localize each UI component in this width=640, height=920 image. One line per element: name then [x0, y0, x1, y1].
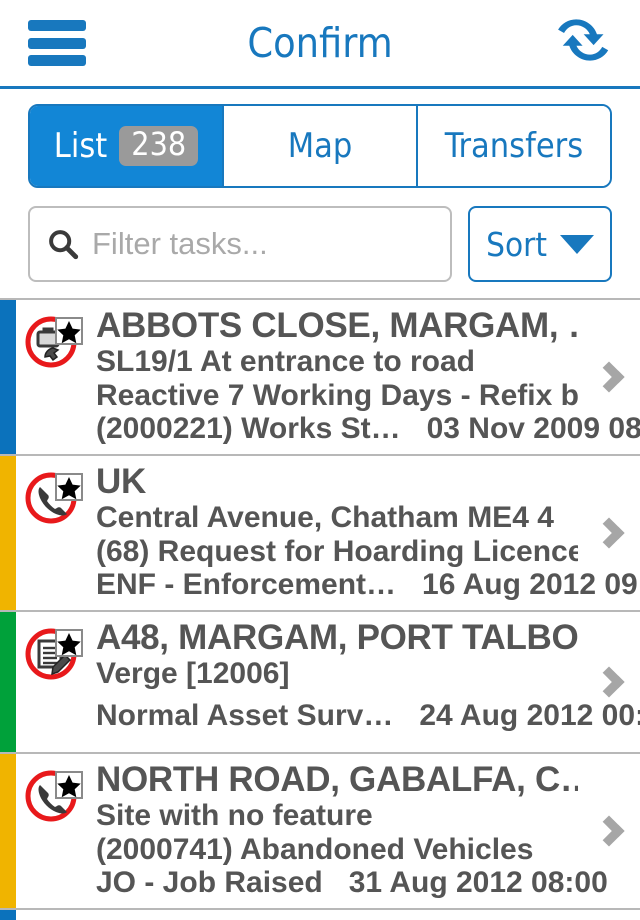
- task-status-color-bar: [0, 753, 16, 908]
- task-item-status: JO - Job Raised: [96, 866, 323, 900]
- task-item-status: Normal Asset Surv…: [96, 698, 394, 732]
- task-status-color-bar: [0, 300, 16, 454]
- task-list-item[interactable]: UK Central Avenue, Chatham ME4 4 (68) Requ…: [0, 453, 640, 610]
- chevron-right-glyph: [593, 815, 625, 847]
- tab-bar: List 238 Map Transfers: [28, 104, 612, 188]
- task-list-item[interactable]: UKUK: [0, 907, 640, 920]
- tab-map[interactable]: Map: [222, 106, 416, 186]
- task-item-status: ENF - Enforcement…: [96, 568, 397, 602]
- task-item-description: Reactive 7 Working Days - Refix bollard: [96, 378, 578, 412]
- task-item-description: (2000741) Abandoned Vehicles: [96, 832, 534, 866]
- task-item-title: ABBOTS CLOSE, MARGAM, …: [96, 306, 578, 345]
- task-list: ABBOTS CLOSE, MARGAM, … SL19/1 At entranc…: [0, 298, 640, 920]
- task-item-title: NORTH ROAD, GABALFA, C…: [96, 759, 578, 799]
- enquiry-phone-restricted-starred-icon: [16, 456, 94, 610]
- task-item-body: A48, MARGAM, PORT TALBOT Verge [12006] Nor…: [94, 612, 640, 752]
- hamburger-bar: [28, 37, 86, 49]
- hamburger-bar: [28, 55, 86, 66]
- task-status-color-bar: [0, 611, 16, 752]
- task-item-title: UK: [96, 461, 146, 501]
- tab-transfers-label: Transfers: [444, 126, 584, 166]
- task-item-title: A48, MARGAM, PORT TALBOT: [96, 617, 578, 657]
- chevron-right-icon[interactable]: [578, 910, 640, 920]
- task-item-footer: JO - Job Raised 31 Aug 2012 08:00: [96, 866, 608, 900]
- sort-button[interactable]: Sort: [468, 206, 612, 282]
- sort-button-label: Sort: [486, 224, 547, 264]
- task-item-location: Site with no feature: [96, 799, 373, 833]
- task-item-title: UK: [96, 916, 578, 920]
- task-status-color-bar: [0, 909, 16, 920]
- task-list-item[interactable]: NORTH ROAD, GABALFA, C… Site with no feat…: [0, 751, 640, 908]
- task-item-location: SL19/1 At entrance to road: [96, 345, 475, 379]
- task-item-footer: (2000221) Works St…03 Nov 2009 08:00: [96, 412, 640, 446]
- works-order-restricted-starred-icon: [16, 910, 94, 920]
- chevron-right-glyph: [593, 517, 625, 549]
- task-status-color-bar: [0, 455, 16, 610]
- task-item-footer: Normal Asset Surv…24 Aug 2012 00:00: [96, 698, 640, 733]
- chevron-down-icon: [560, 234, 594, 254]
- task-item-body: ABBOTS CLOSE, MARGAM, … SL19/1 At entranc…: [94, 300, 640, 454]
- chevron-right-glyph: [593, 666, 625, 698]
- page-title: Confirm: [247, 19, 393, 67]
- task-item-description: (68) Request for Hoarding Licence: [96, 534, 578, 568]
- task-list-item[interactable]: A48, MARGAM, PORT TALBOT Verge [12006] Nor…: [0, 609, 640, 752]
- inspection-document-restricted-starred-icon: [16, 612, 94, 752]
- chevron-right-icon[interactable]: [578, 300, 640, 454]
- chevron-right-glyph: [593, 361, 625, 393]
- task-list-item[interactable]: ABBOTS CLOSE, MARGAM, … SL19/1 At entranc…: [0, 298, 640, 454]
- enquiry-phone-restricted-starred-icon: [16, 754, 94, 908]
- task-item-date: 31 Aug 2012 08:00: [348, 866, 608, 900]
- task-item-body: UKUK: [94, 910, 578, 920]
- app-root: Confirm List 238 Map Transfers Filter ta…: [0, 0, 640, 920]
- hamburger-bar: [28, 20, 86, 31]
- chevron-right-icon[interactable]: [578, 612, 640, 752]
- refresh-sync-icon[interactable]: [556, 14, 614, 72]
- tab-list[interactable]: List 238: [30, 106, 222, 186]
- search-placeholder: Filter tasks...: [92, 226, 268, 261]
- search-icon: [49, 230, 79, 260]
- chevron-right-icon[interactable]: [578, 754, 640, 908]
- tab-list-label: List: [53, 126, 108, 166]
- works-order-restricted-starred-icon: [16, 300, 94, 454]
- tab-bar-container: List 238 Map Transfers: [0, 89, 640, 188]
- tab-list-count-badge: 238: [119, 126, 199, 166]
- chevron-right-icon[interactable]: [578, 456, 640, 610]
- search-input[interactable]: Filter tasks...: [28, 206, 453, 282]
- hamburger-menu-icon[interactable]: [28, 20, 86, 66]
- task-item-footer: ENF - Enforcement…16 Aug 2012 09:41: [96, 568, 640, 602]
- filter-row: Filter tasks... Sort: [0, 188, 640, 298]
- app-header: Confirm: [0, 0, 640, 89]
- task-item-body: UK Central Avenue, Chatham ME4 4 (68) Requ…: [94, 456, 640, 610]
- task-item-body: NORTH ROAD, GABALFA, C… Site with no feat…: [94, 754, 608, 908]
- tab-transfers[interactable]: Transfers: [416, 106, 610, 186]
- tab-map-label: Map: [287, 126, 353, 166]
- task-item-status: (2000221) Works St…: [96, 412, 401, 446]
- layout-spacer: [96, 691, 578, 699]
- task-item-location: Central Avenue, Chatham ME4 4: [96, 501, 554, 535]
- task-item-location: Verge [12006]: [96, 657, 290, 691]
- refresh-sync-glyph: [558, 19, 609, 61]
